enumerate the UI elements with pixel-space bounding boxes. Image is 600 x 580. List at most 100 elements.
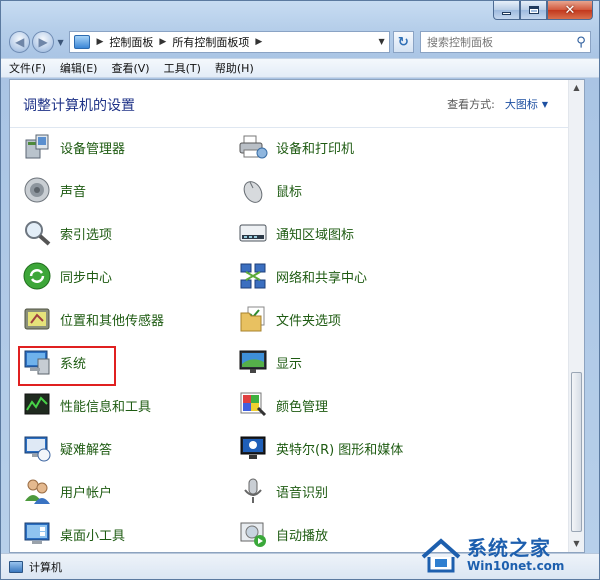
menu-file[interactable]: 文件(F): [9, 60, 46, 76]
refresh-button[interactable]: ↻: [392, 31, 414, 53]
item-troubleshooting[interactable]: 疑难解答: [22, 432, 242, 464]
microphone-icon: [244, 478, 262, 503]
performance-icon: [24, 393, 50, 415]
index-magnifier-icon: [25, 221, 51, 246]
address-bar[interactable]: ▶ 控制面板 ▶ 所有控制面板项 ▶ ▼: [69, 31, 390, 53]
breadcrumb-control-panel[interactable]: 控制面板: [109, 34, 153, 50]
scroll-up-icon[interactable]: ▲: [569, 80, 584, 96]
view-by: 查看方式: 大图标 ▼: [447, 96, 548, 112]
item-label: 颜色管理: [276, 399, 329, 415]
watermark-url: Win10net.com: [467, 559, 565, 573]
breadcrumb-separator-icon[interactable]: ▶: [96, 37, 103, 47]
troubleshoot-icon: [24, 436, 51, 462]
menu-edit[interactable]: 编辑(E): [60, 60, 98, 76]
status-text: 计算机: [29, 560, 62, 574]
breadcrumb-all-items[interactable]: 所有控制面板项: [172, 34, 249, 50]
item-indexing[interactable]: 索引选项: [22, 217, 242, 249]
chevron-down-icon[interactable]: ▼: [542, 100, 548, 109]
item-label: 位置和其他传感器: [60, 313, 165, 329]
item-label: 索引选项: [60, 227, 113, 243]
item-sync-center[interactable]: 同步中心: [22, 260, 242, 292]
scrollbar-thumb[interactable]: [571, 372, 582, 532]
item-label: 声音: [60, 184, 87, 200]
navigation-bar: ◀ ▶ ▼ ▶ 控制面板 ▶ 所有控制面板项 ▶ ▼ ↻ ⚲: [9, 29, 591, 55]
refresh-icon: ↻: [397, 34, 409, 50]
control-panel-icon: [74, 35, 91, 49]
maximize-icon: [528, 6, 539, 14]
breadcrumb-separator-icon[interactable]: ▶: [255, 37, 262, 47]
item-location-sensors[interactable]: 位置和其他传感器: [22, 303, 242, 335]
item-desktop-gadgets[interactable]: 桌面小工具: [22, 518, 242, 550]
menu-view[interactable]: 查看(V): [111, 60, 149, 76]
item-label: 设备和打印机: [276, 141, 355, 157]
minimize-icon: [502, 11, 511, 15]
item-label: 疑难解答: [60, 442, 113, 458]
item-display[interactable]: 显示: [238, 346, 458, 378]
item-intel-graphics[interactable]: 英特尔(R) 图形和媒体: [238, 432, 458, 464]
display-icon: [239, 350, 267, 373]
color-management-icon: [240, 392, 267, 417]
content-pane: 调整计算机的设置 查看方式: 大图标 ▼ 设备管理器 设备和打印机 声音 鼠标 …: [9, 79, 585, 553]
view-by-selector[interactable]: 大图标: [505, 96, 538, 112]
tray-icon: [239, 224, 267, 242]
network-icon: [240, 263, 266, 289]
item-mouse[interactable]: 鼠标: [238, 174, 458, 206]
item-label: 用户帐户: [60, 485, 113, 501]
autoplay-icon: [240, 522, 266, 547]
item-label: 同步中心: [60, 270, 113, 286]
close-icon: ✕: [564, 2, 576, 18]
item-device-manager[interactable]: 设备管理器: [22, 131, 242, 163]
content-header: 调整计算机的设置 查看方式: 大图标 ▼: [10, 80, 570, 128]
item-label: 桌面小工具: [60, 528, 126, 544]
item-sound[interactable]: 声音: [22, 174, 242, 206]
page-title: 调整计算机的设置: [23, 98, 135, 114]
item-label: 网络和共享中心: [276, 270, 368, 286]
search-box[interactable]: ⚲: [419, 31, 591, 53]
forward-button[interactable]: ▶: [32, 31, 54, 53]
house-logo-icon: [421, 538, 461, 573]
device-manager-icon: [25, 134, 49, 159]
search-input[interactable]: [426, 35, 572, 49]
vertical-scrollbar[interactable]: ▲ ▼: [568, 80, 584, 552]
item-label: 显示: [276, 356, 303, 372]
printer-icon: [239, 135, 268, 159]
item-folder-options[interactable]: 文件夹选项: [238, 303, 458, 335]
system-highlight-box: [18, 346, 116, 386]
item-speech-recognition[interactable]: 语音识别: [238, 475, 458, 507]
maximize-button[interactable]: [520, 1, 547, 20]
item-label: 设备管理器: [60, 141, 126, 157]
item-label: 自动播放: [276, 528, 329, 544]
item-performance[interactable]: 性能信息和工具: [22, 389, 242, 421]
gadgets-icon: [24, 522, 50, 544]
view-by-label: 查看方式:: [447, 98, 495, 111]
watermark-text: 系统之家 Win10net.com: [467, 537, 564, 573]
sync-icon: [23, 262, 51, 290]
item-label: 性能信息和工具: [60, 399, 152, 415]
item-network-sharing[interactable]: 网络和共享中心: [238, 260, 458, 292]
address-dropdown-icon[interactable]: ▼: [378, 37, 384, 46]
item-label: 鼠标: [276, 184, 303, 200]
item-label: 文件夹选项: [276, 313, 342, 329]
minimize-button[interactable]: [493, 1, 520, 20]
forward-arrow-icon: ▶: [38, 35, 48, 49]
speaker-icon: [24, 177, 50, 203]
item-color-management[interactable]: 颜色管理: [238, 389, 458, 421]
item-label: 英特尔(R) 图形和媒体: [276, 442, 404, 458]
menu-tools[interactable]: 工具(T): [164, 60, 201, 76]
item-label: 通知区域图标: [276, 227, 355, 243]
item-user-accounts[interactable]: 用户帐户: [22, 475, 242, 507]
control-panel-window: ✕ ◀ ▶ ▼ ▶ 控制面板 ▶ 所有控制面板项 ▶ ▼ ↻ ⚲ 文件(F) 编…: [0, 0, 600, 580]
back-button[interactable]: ◀: [9, 31, 31, 53]
recent-pages-dropdown[interactable]: ▼: [56, 38, 66, 47]
watermark-title: 系统之家: [467, 536, 551, 560]
search-icon[interactable]: ⚲: [572, 35, 590, 50]
menu-bar: 文件(F) 编辑(E) 查看(V) 工具(T) 帮助(H): [1, 58, 599, 78]
chevron-down-icon: ▼: [57, 37, 64, 47]
menu-help[interactable]: 帮助(H): [215, 60, 254, 76]
folder-icon: [240, 306, 265, 332]
close-button[interactable]: ✕: [547, 1, 593, 20]
breadcrumb-separator-icon[interactable]: ▶: [159, 37, 166, 47]
watermark-logo: 系统之家 Win10net.com: [419, 533, 595, 577]
item-notification-icons[interactable]: 通知区域图标: [238, 217, 458, 249]
item-devices-printers[interactable]: 设备和打印机: [238, 131, 458, 163]
